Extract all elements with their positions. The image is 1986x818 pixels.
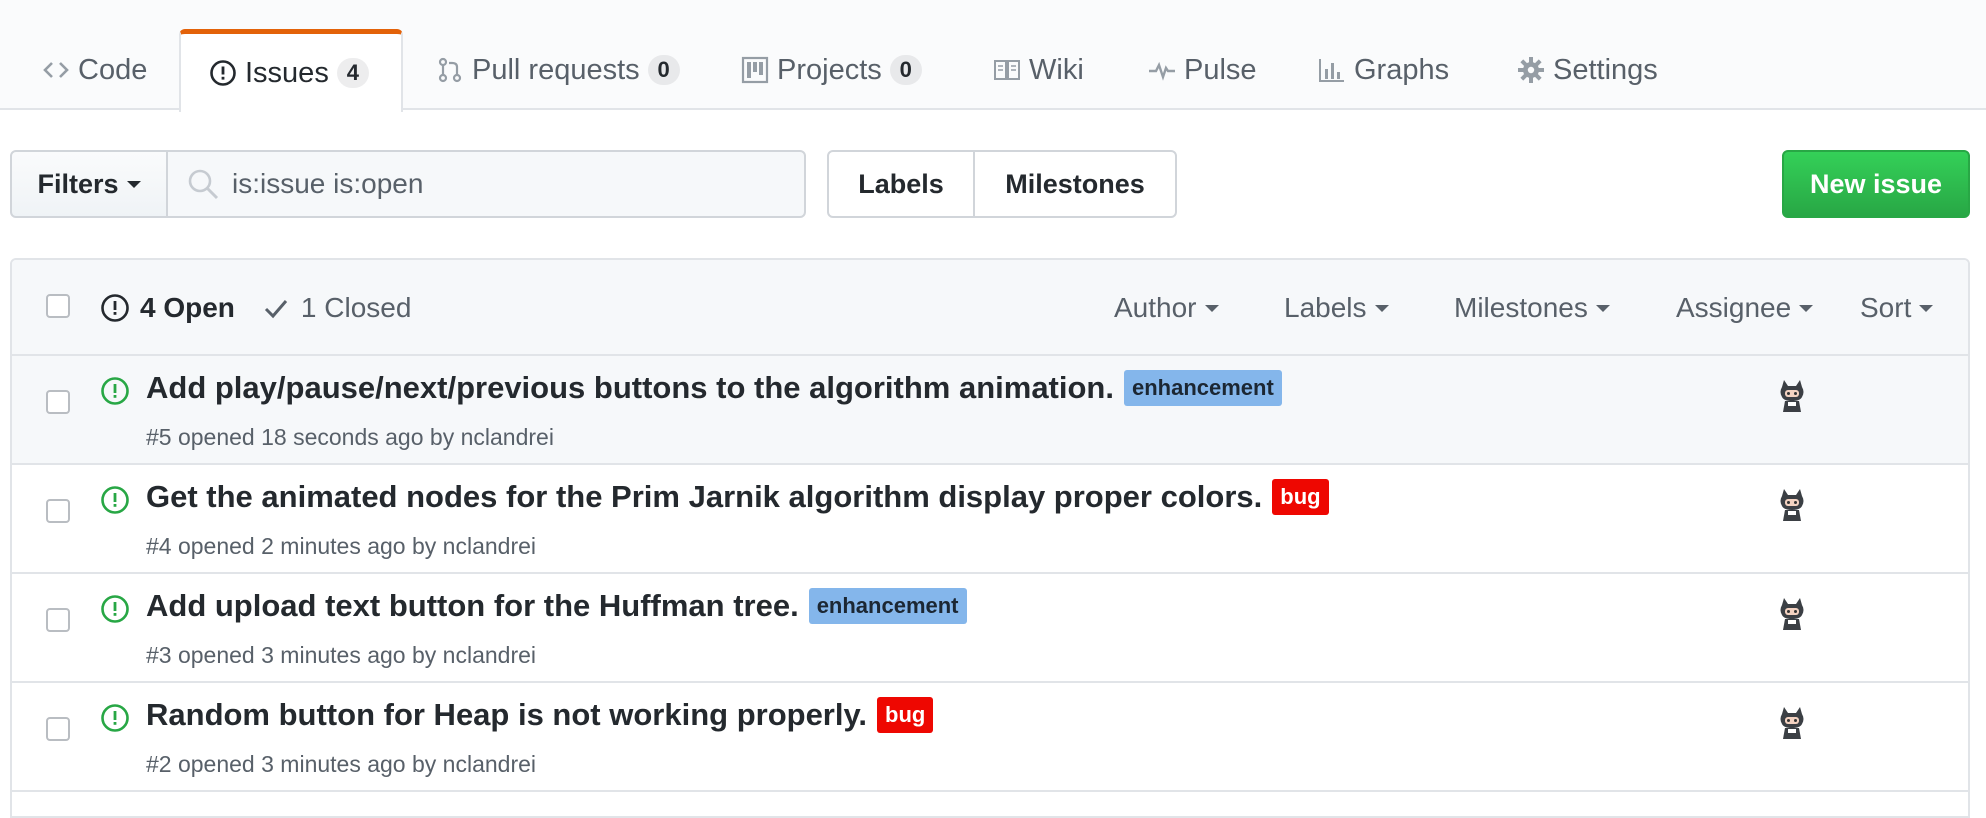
issue-opened-icon [209,59,237,87]
filters-label: Filters [37,168,119,199]
issue-checkbox[interactable] [46,499,70,523]
caret-down-icon [1799,304,1814,312]
pulse-icon [1148,56,1176,84]
issues-list-header: 4 Open 1 Closed Author Labels Milestones… [12,260,1968,356]
select-all-checkbox[interactable] [46,294,70,318]
search-icon [186,167,220,201]
issue-label[interactable]: enhancement [1123,370,1282,406]
sort-filter-label: Sort [1860,292,1912,323]
project-icon [741,56,769,84]
tab-label: Code [78,53,148,86]
tab-label: Pulse [1184,53,1257,86]
gear-icon [1517,56,1545,84]
caret-down-icon [1204,304,1219,312]
labels-milestones-group: Labels Milestones [827,150,1177,218]
issue-row[interactable]: Add play/pause/next/previous buttons to … [12,356,1968,465]
issue-meta: #4 opened 2 minutes ago by nclandrei [146,533,537,559]
issue-meta: #3 opened 3 minutes ago by nclandrei [146,642,537,668]
tab-wiki[interactable]: Wiki [993,30,1084,110]
issue-opened-icon [100,376,130,406]
check-icon [261,293,291,323]
tab-settings[interactable]: Settings [1517,30,1658,110]
issue-title-row: Random button for Heap is not working pr… [146,697,934,733]
milestones-filter[interactable]: Milestones [1454,260,1610,356]
issue-label[interactable]: bug [1272,479,1329,515]
issues-list: 4 Open 1 Closed Author Labels Milestones… [10,258,1970,818]
projects-counter: 0 [889,55,922,85]
milestones-filter-label: Milestones [1454,292,1588,323]
labels-button[interactable]: Labels [829,152,975,216]
issue-opened-icon [100,594,130,624]
filters-dropdown-button[interactable]: Filters [10,150,168,218]
repo-nav: Code Issues 4 Pull requests 0 Projects 0… [0,0,1986,112]
issue-opened-icon [100,485,130,515]
issue-row[interactable]: Add upload text button for the Huffman t… [12,574,1968,683]
git-pull-request-icon [436,56,464,84]
issue-row[interactable]: Get the animated nodes for the Prim Jarn… [12,465,1968,574]
sort-filter[interactable]: Sort [1860,260,1934,356]
search-input[interactable] [232,168,792,200]
issue-checkbox[interactable] [46,717,70,741]
issue-title-link[interactable]: Add play/pause/next/previous buttons to … [146,370,1114,406]
issue-title-row: Add play/pause/next/previous buttons to … [146,370,1282,406]
assignee-avatar[interactable] [1774,596,1810,632]
tab-label: Pull requests [472,53,640,86]
issue-label[interactable]: bug [877,697,934,733]
assignee-filter-label: Assignee [1676,292,1792,323]
open-count-label: 4 Open [140,292,235,323]
issue-row[interactable]: Random button for Heap is not working pr… [12,683,1968,792]
tab-code[interactable]: Code [42,30,147,110]
issue-title-link[interactable]: Get the animated nodes for the Prim Jarn… [146,479,1262,515]
closed-count-label: 1 Closed [300,292,412,323]
graph-icon [1318,56,1346,84]
tab-pulse[interactable]: Pulse [1148,30,1257,110]
author-filter[interactable]: Author [1114,260,1219,356]
issue-title-row: Get the animated nodes for the Prim Jarn… [146,479,1329,515]
closed-issues-link[interactable]: 1 Closed [261,292,412,324]
tab-projects[interactable]: Projects 0 [741,30,922,110]
issues-counter: 4 [336,58,369,88]
issue-search[interactable] [166,150,806,218]
issue-title-link[interactable]: Add upload text button for the Huffman t… [146,588,799,624]
author-filter-label: Author [1114,292,1197,323]
labels-filter[interactable]: Labels [1284,260,1389,356]
new-issue-button[interactable]: New issue [1782,150,1970,218]
issue-states: 4 Open 1 Closed [100,260,437,356]
tab-label: Graphs [1354,53,1450,86]
tab-label: Projects [777,53,882,86]
caret-down-icon [1595,304,1610,312]
issue-title-row: Add upload text button for the Huffman t… [146,588,967,624]
caret-down-icon [1374,304,1389,312]
tab-label: Settings [1553,53,1658,86]
issue-title-link[interactable]: Random button for Heap is not working pr… [146,697,867,733]
open-issues-link[interactable]: 4 Open [100,292,235,324]
labels-filter-label: Labels [1284,292,1367,323]
issue-checkbox[interactable] [46,608,70,632]
milestones-button[interactable]: Milestones [975,152,1175,216]
pull-requests-counter: 0 [647,55,680,85]
tab-label: Issues [245,56,329,89]
book-icon [993,56,1021,84]
assignee-filter[interactable]: Assignee [1676,260,1814,356]
issue-opened-icon [100,703,130,733]
issue-opened-icon [100,293,130,323]
tab-pull-requests[interactable]: Pull requests 0 [436,30,680,110]
issue-meta: #5 opened 18 seconds ago by nclandrei [146,424,554,450]
tab-issues[interactable]: Issues 4 [179,29,403,112]
assignee-avatar[interactable] [1774,487,1810,523]
assignee-avatar[interactable] [1774,378,1810,414]
assignee-avatar[interactable] [1774,705,1810,741]
caret-down-icon [126,180,141,188]
code-icon [42,56,70,84]
issue-label[interactable]: enhancement [808,588,967,624]
caret-down-icon [1919,304,1934,312]
issue-meta: #2 opened 3 minutes ago by nclandrei [146,751,537,777]
issue-checkbox[interactable] [46,390,70,414]
tab-graphs[interactable]: Graphs [1318,30,1449,110]
tab-label: Wiki [1029,53,1084,86]
